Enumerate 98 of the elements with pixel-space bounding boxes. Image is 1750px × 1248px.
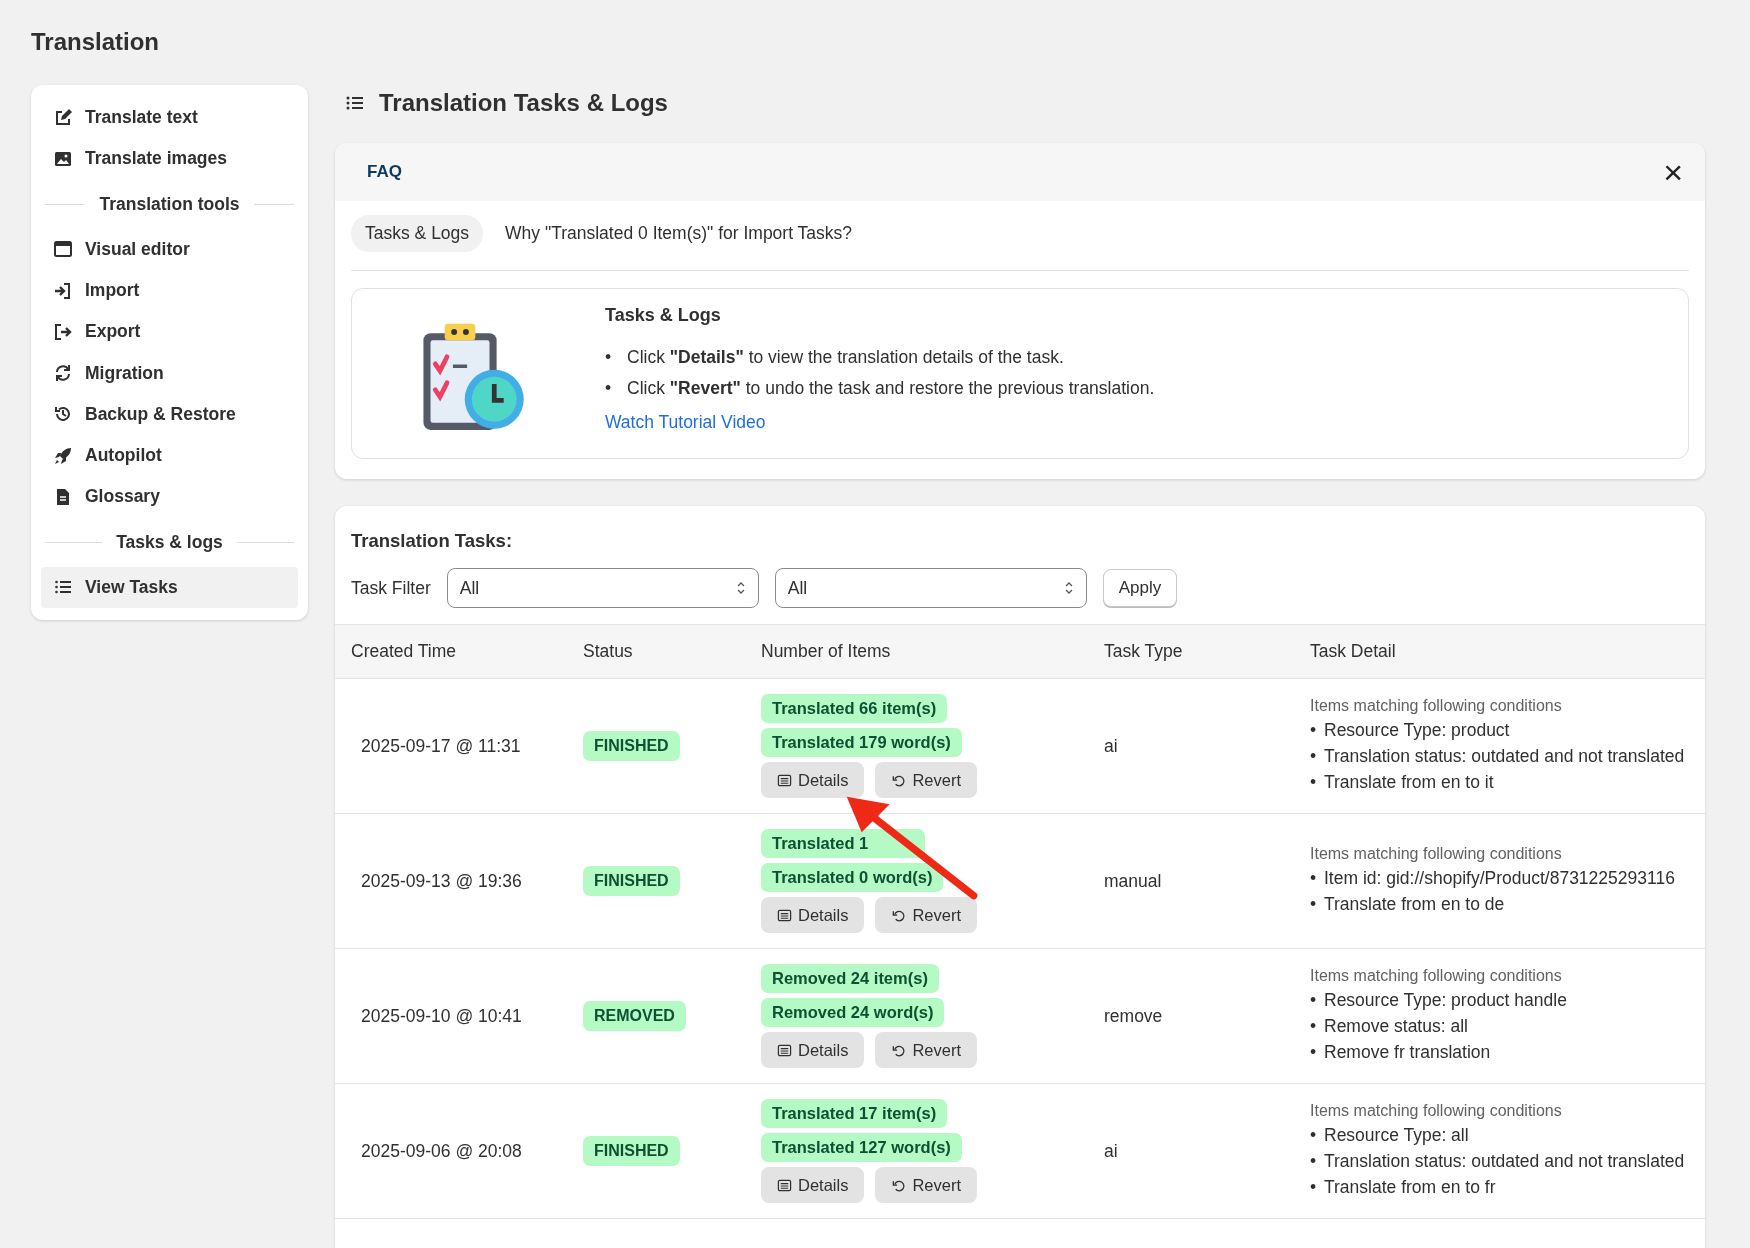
sidebar-item[interactable]: Backup & Restore bbox=[41, 393, 298, 435]
section-heading: Translation tools bbox=[99, 193, 240, 215]
table-cell-text: 2025-09-17 @ 11:31 bbox=[360, 735, 522, 757]
bullet-mark: • bbox=[1310, 867, 1318, 890]
import-icon bbox=[53, 280, 73, 301]
sidebar-item[interactable]: Visual editor bbox=[41, 228, 298, 270]
list-icon bbox=[777, 772, 792, 788]
sidebar-item[interactable]: Export bbox=[41, 311, 298, 353]
bullet-mark: • bbox=[605, 346, 613, 369]
instruction-text: Click "Details" to view the translation details of the task. bbox=[627, 347, 1064, 367]
column-header: Status bbox=[583, 641, 634, 662]
panel-title: Tasks & Logs bbox=[605, 305, 722, 326]
detail-heading: Items matching following conditions bbox=[1310, 1102, 1563, 1121]
bullet-mark: • bbox=[1310, 1041, 1318, 1064]
list-icon bbox=[777, 907, 792, 923]
filter-select[interactable]: All bbox=[774, 568, 1087, 608]
count-badge: Removed 24 item(s) bbox=[761, 964, 939, 993]
section-heading: Tasks & logs bbox=[116, 531, 223, 553]
count-badge: Translated 17 item(s) bbox=[761, 1099, 948, 1128]
sidebar-item[interactable]: View Tasks bbox=[41, 566, 298, 608]
details-button[interactable]: Details bbox=[761, 897, 865, 933]
detail-heading: Items matching following conditions bbox=[1310, 845, 1563, 864]
page-title: Translation bbox=[31, 28, 160, 56]
table-cell-text: remove bbox=[1104, 1005, 1164, 1027]
sidebar-item[interactable]: Translate text bbox=[41, 97, 298, 139]
bullet-mark: • bbox=[1310, 893, 1318, 916]
details-button[interactable]: Details bbox=[761, 1032, 865, 1068]
faq-tab[interactable]: Tasks & Logs bbox=[351, 215, 484, 252]
detail-text: Item id: gid://shopify/Product/8731225293116 bbox=[1324, 868, 1675, 888]
window-icon bbox=[53, 239, 73, 260]
revert-button[interactable]: Revert bbox=[875, 1032, 978, 1068]
apply-button[interactable]: Apply bbox=[1102, 569, 1178, 607]
bullet-mark: • bbox=[1310, 989, 1318, 1012]
count-badge: Translated 179 word(s) bbox=[761, 728, 962, 757]
list-icon bbox=[777, 1177, 792, 1193]
count-badge: Removed 24 word(s) bbox=[761, 998, 945, 1027]
table-cell-text: manual bbox=[1104, 870, 1163, 892]
detail-text: Translate from en to de bbox=[1324, 894, 1505, 914]
detail-text: Resource Type: product bbox=[1324, 720, 1510, 740]
details-button[interactable]: Details bbox=[761, 1167, 865, 1203]
detail-text: Translate from en to fr bbox=[1324, 1177, 1496, 1197]
detail-heading: Items matching following conditions bbox=[1310, 697, 1563, 716]
close-button[interactable]: × bbox=[1663, 155, 1683, 189]
detail-text: Translation status: outdated and not translated bbox=[1324, 1151, 1685, 1171]
status-badge: FINISHED bbox=[583, 731, 680, 761]
count-badge: Translated 0 word(s) bbox=[761, 863, 944, 892]
bullet-mark: • bbox=[1310, 1176, 1318, 1199]
instruction-text: Click "Revert" to undo the task and restore the previous translation. bbox=[627, 378, 1155, 398]
table-cell-text: ai bbox=[1104, 1140, 1119, 1162]
revert-button[interactable]: Revert bbox=[875, 762, 978, 798]
column-header: Created Time bbox=[350, 641, 458, 662]
table-cell-text: 2025-09-10 @ 10:41 bbox=[360, 1005, 523, 1027]
table-cell-text: 2025-09-13 @ 19:36 bbox=[360, 870, 523, 892]
revert-button[interactable]: Revert bbox=[875, 897, 978, 933]
count-badge: Translated 127 word(s) bbox=[761, 1133, 962, 1162]
table-cell-text: ai bbox=[1104, 735, 1119, 757]
detail-text: Translate from en to it bbox=[1324, 772, 1494, 792]
column-header: Task Detail bbox=[1310, 641, 1397, 662]
details-button[interactable]: Details bbox=[761, 762, 865, 798]
faq-tab[interactable]: Why "Translated 0 Item(s)" for Import Tasks? bbox=[491, 215, 867, 252]
list-icon bbox=[777, 1042, 792, 1058]
bullet-mark: • bbox=[1310, 719, 1318, 742]
column-header: Number of Items bbox=[761, 641, 892, 662]
page-heading: Translation Tasks & Logs bbox=[379, 89, 668, 117]
sidebar-item[interactable]: Autopilot bbox=[41, 435, 298, 477]
export-icon bbox=[53, 321, 73, 342]
filter-select[interactable]: All bbox=[446, 568, 759, 608]
detail-text: Remove status: all bbox=[1324, 1016, 1468, 1036]
sidebar-item[interactable]: Migration bbox=[41, 352, 298, 394]
sync-icon bbox=[53, 363, 73, 384]
section-title: Translation Tasks: bbox=[350, 529, 514, 552]
bullet-mark: • bbox=[1310, 1015, 1318, 1038]
rocket-icon bbox=[53, 445, 73, 466]
sidebar-item[interactable]: Import bbox=[41, 269, 298, 312]
detail-text: Translation status: outdated and not translated bbox=[1324, 746, 1685, 766]
sidebar-item[interactable]: Translate images bbox=[41, 138, 298, 180]
bullet-mark: • bbox=[1310, 745, 1318, 768]
table-cell-text: 2025-09-06 @ 20:08 bbox=[360, 1140, 523, 1162]
status-badge: FINISHED bbox=[583, 866, 680, 896]
detail-text: Remove fr translation bbox=[1324, 1042, 1491, 1062]
status-badge: REMOVED bbox=[583, 1001, 686, 1031]
detail-text: Resource Type: all bbox=[1324, 1125, 1469, 1145]
bullet-mark: • bbox=[1310, 771, 1318, 794]
revert-button[interactable]: Revert bbox=[875, 1167, 978, 1203]
tutorial-link[interactable]: Watch Tutorial Video bbox=[605, 412, 766, 432]
count-badge: Translated 1 bbox=[761, 829, 925, 858]
faq-title: FAQ bbox=[367, 162, 402, 182]
detail-text: Resource Type: product handle bbox=[1324, 990, 1567, 1010]
filter-label: Task Filter bbox=[351, 577, 431, 599]
bullet-mark: • bbox=[1310, 1124, 1318, 1147]
bullet-mark: • bbox=[1310, 1150, 1318, 1173]
status-badge: FINISHED bbox=[583, 1136, 680, 1166]
bullet-mark: • bbox=[605, 377, 613, 400]
column-header: Task Type bbox=[1104, 641, 1184, 662]
edit-icon bbox=[53, 107, 73, 128]
sidebar-item[interactable]: Glossary bbox=[41, 476, 298, 518]
detail-heading: Items matching following conditions bbox=[1310, 967, 1563, 986]
count-badge: Translated 66 item(s) bbox=[761, 694, 948, 723]
